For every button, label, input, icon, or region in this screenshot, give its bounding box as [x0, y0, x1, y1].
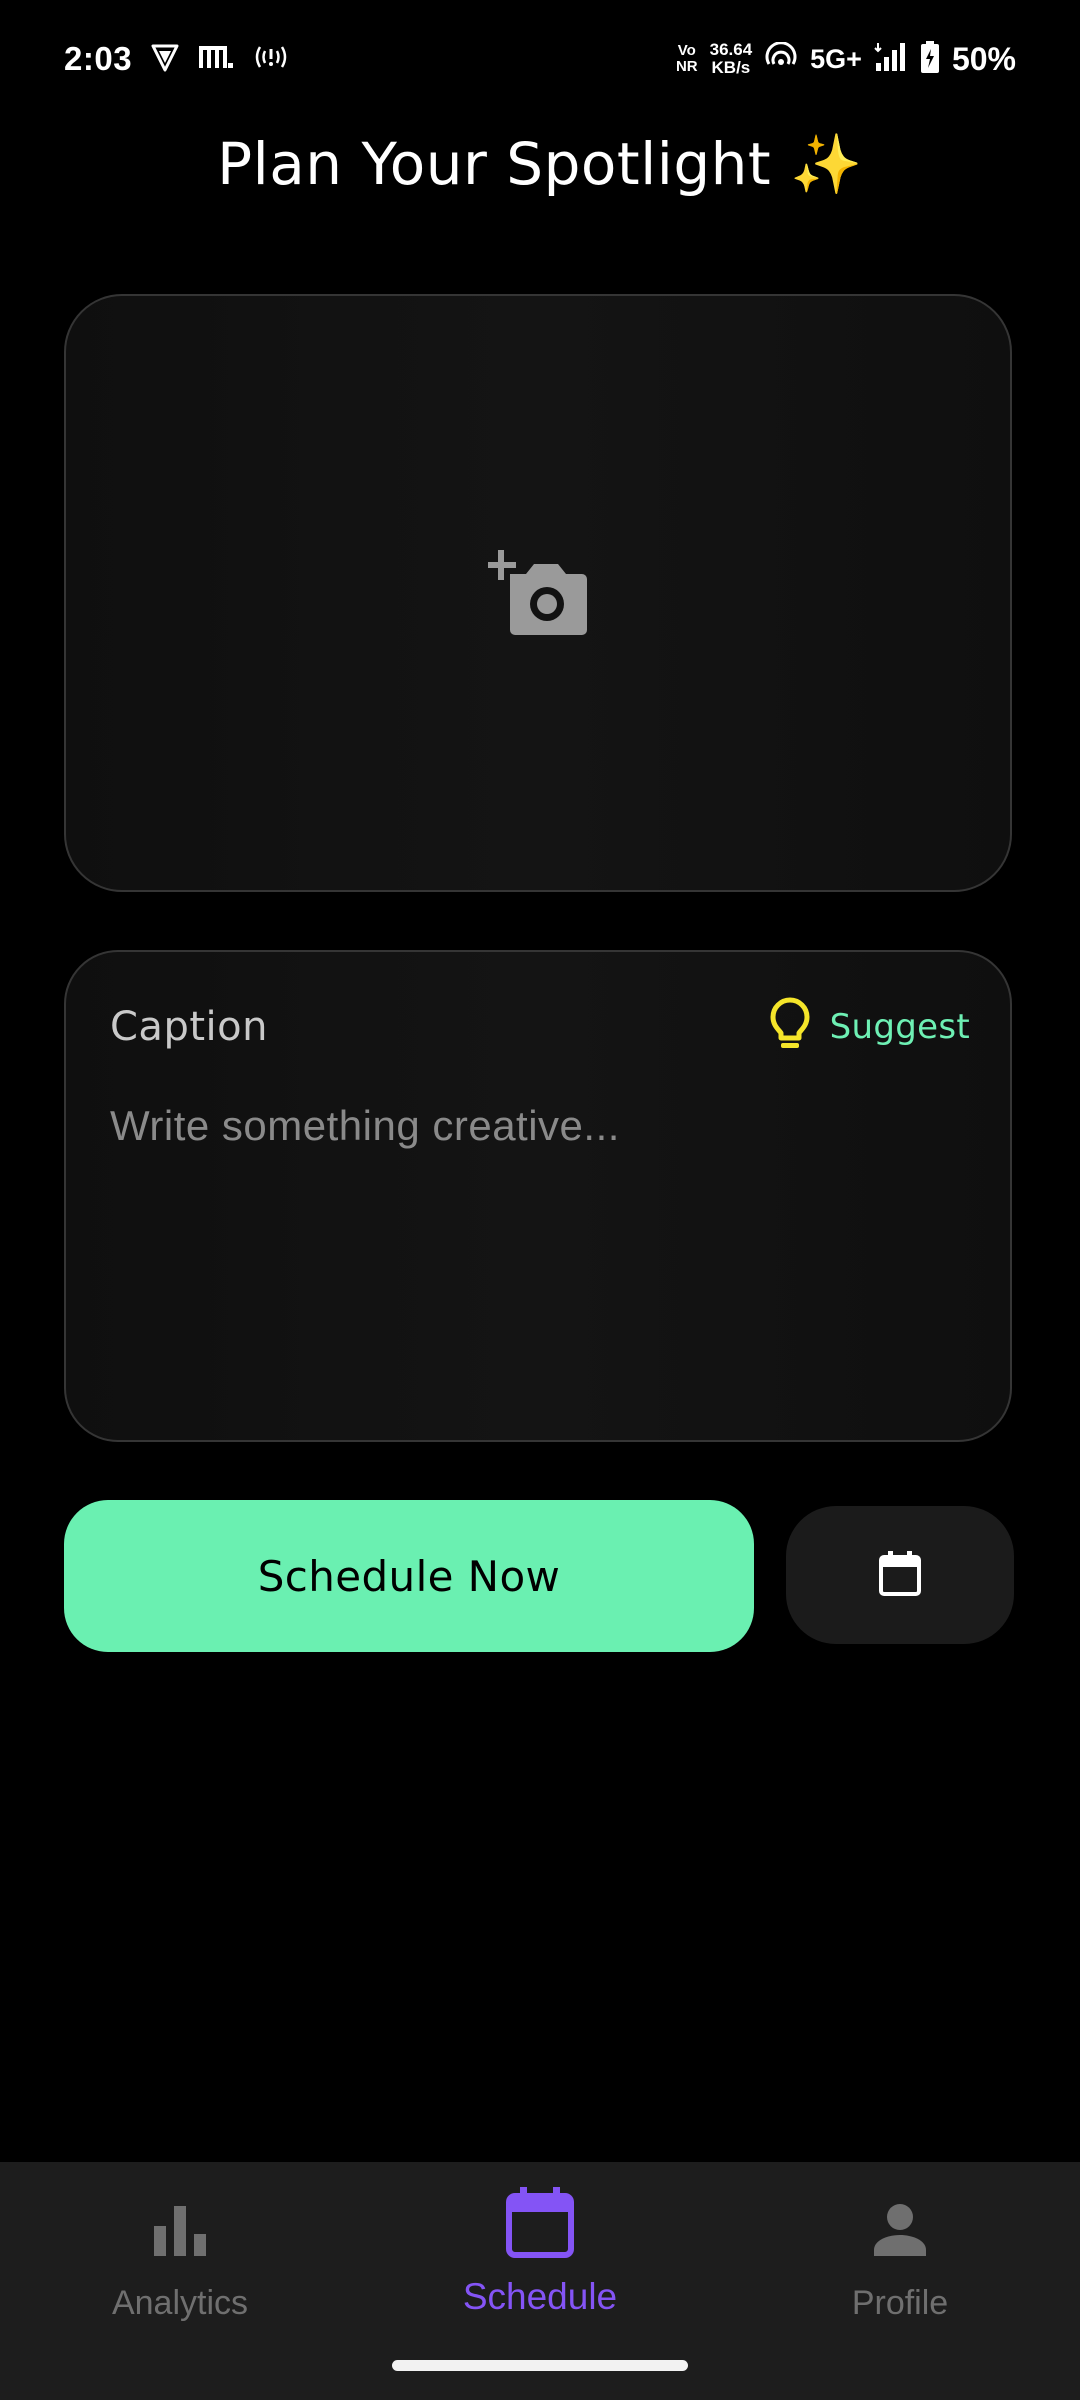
suggest-label: Suggest [829, 1007, 970, 1047]
pick-date-button[interactable] [786, 1506, 1014, 1644]
photo-picker[interactable] [64, 294, 1012, 892]
schedule-now-button[interactable]: Schedule Now [64, 1500, 754, 1652]
hotspot-icon [252, 42, 290, 76]
net-speed-value: 36.64 [709, 40, 753, 59]
home-indicator[interactable] [392, 2360, 688, 2371]
status-left: 2:03 [64, 40, 290, 78]
vpn-shield-icon [150, 42, 180, 76]
status-right: Vo NR 36.64 KB/s 5G+ 50% [676, 40, 1016, 78]
nav-item-schedule[interactable]: Schedule [410, 2184, 670, 2318]
status-bar: 2:03 Vo NR 36.64 KB/s 5G+ 50% [0, 0, 1080, 124]
lightbulb-icon [768, 996, 812, 1058]
battery-percentage: 50% [951, 40, 1016, 77]
nav-label-schedule: Schedule [462, 2276, 618, 2317]
wifi-calling-icon [764, 41, 798, 76]
volte-indicator: Vo NR [676, 43, 698, 75]
net-speed-unit: KB/s [711, 58, 751, 77]
bar-chart-icon [152, 2202, 208, 2262]
signal-icon [874, 41, 908, 77]
calendar-icon [879, 1550, 921, 1600]
app-m-icon [198, 42, 234, 76]
caption-card: Caption Suggest [64, 950, 1012, 1442]
nav-item-analytics[interactable]: Analytics [50, 2192, 310, 2323]
network-type: 5G+ [810, 43, 862, 74]
volte-top: Vo [677, 42, 696, 59]
suggest-button[interactable]: Suggest [768, 996, 970, 1058]
add-photo-camera-icon[interactable] [488, 546, 588, 640]
nav-item-profile[interactable]: Profile [770, 2192, 1030, 2323]
status-time: 2:03 [64, 40, 133, 77]
nav-label-profile: Profile [851, 2284, 949, 2322]
caption-label: Caption [110, 1004, 268, 1050]
person-icon [872, 2202, 928, 2262]
page-title: Plan Your Spotlight ✨ [217, 130, 863, 198]
nav-label-analytics: Analytics [111, 2284, 249, 2322]
battery-charging-icon [920, 40, 940, 78]
caption-input[interactable] [110, 1102, 970, 1382]
volte-bottom: NR [675, 58, 698, 75]
net-speed: 36.64 KB/s [710, 41, 753, 77]
calendar-icon [506, 2186, 574, 2262]
